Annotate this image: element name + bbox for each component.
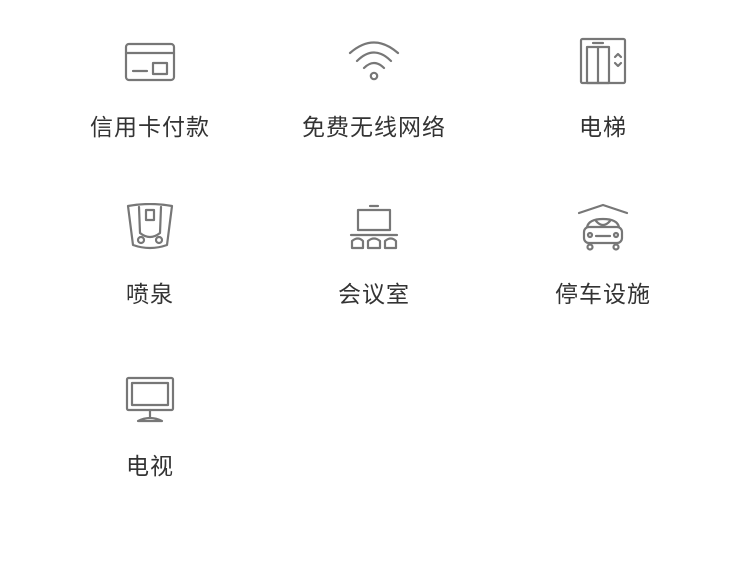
facility-label: 喷泉 <box>126 282 174 308</box>
facility-parking: 停车设施 <box>503 203 703 323</box>
parking-icon <box>575 203 631 255</box>
credit-card-icon <box>122 36 178 88</box>
facility-label: 会议室 <box>338 282 410 308</box>
fountain-icon <box>122 203 178 255</box>
facility-label: 信用卡付款 <box>90 115 210 141</box>
facilities-page: { "facilities": [ {"label": "信用卡付款", "ic… <box>0 0 742 565</box>
facility-fountain: 喷泉 <box>50 203 250 323</box>
facility-meeting-room: 会议室 <box>274 203 474 323</box>
facility-wifi: 免费无线网络 <box>274 36 474 156</box>
facility-label: 电视 <box>126 454 174 480</box>
meeting-room-icon <box>346 203 402 255</box>
facility-tv: 电视 <box>50 375 250 495</box>
facility-label: 免费无线网络 <box>302 115 446 141</box>
elevator-icon <box>575 36 631 88</box>
facility-label: 电梯 <box>579 115 627 141</box>
wifi-icon <box>346 36 402 88</box>
tv-icon <box>122 375 178 427</box>
facility-elevator: 电梯 <box>503 36 703 156</box>
facility-label: 停车设施 <box>555 282 651 308</box>
facility-credit-card: 信用卡付款 <box>50 36 250 156</box>
